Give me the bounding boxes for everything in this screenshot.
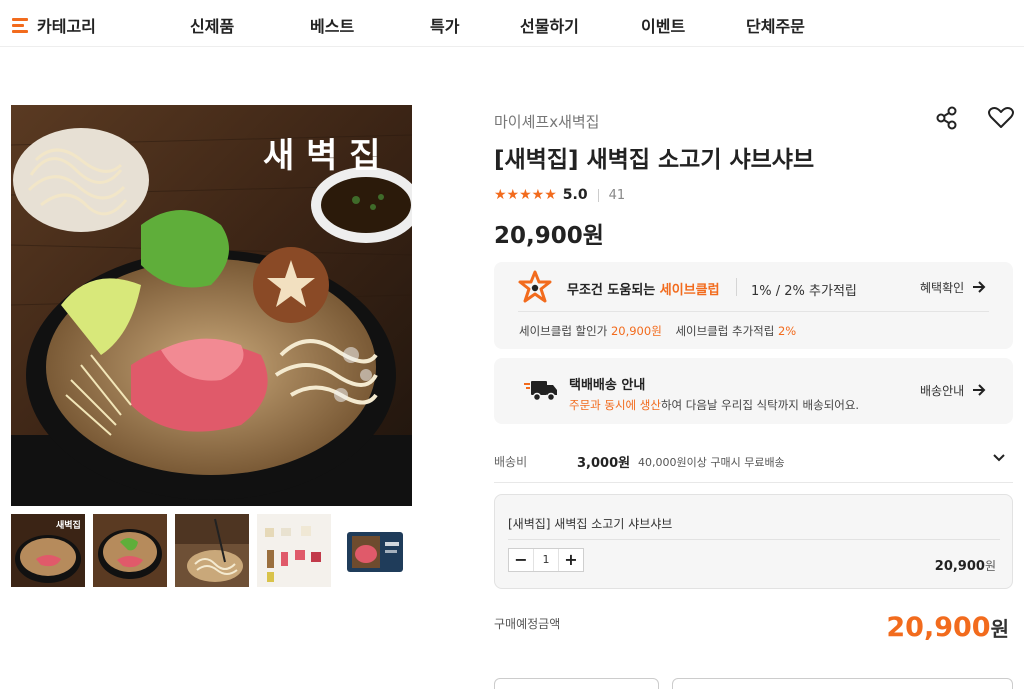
arrow-right-icon: [973, 281, 986, 293]
save-club-details: 세이브클럽 할인가 20,900원 세이브클럽 추가적립 2%: [519, 323, 796, 339]
review-count: 41: [608, 187, 626, 203]
quantity-input[interactable]: 1: [533, 549, 559, 571]
product-main-image: 새 벽 집: [11, 105, 412, 506]
delivery-title: 택배배송 안내: [569, 378, 646, 393]
quantity-decrease-button[interactable]: −: [509, 549, 533, 571]
category-menu-button[interactable]: 카테고리: [12, 13, 96, 37]
category-label: 카테고리: [37, 17, 96, 36]
rating-stars: ★★★★★: [494, 187, 557, 203]
share-icon: [936, 106, 957, 130]
rating-score: 5.0: [562, 187, 588, 203]
delivery-guide-button[interactable]: 배송안내: [920, 382, 986, 399]
nav-best[interactable]: 베스트: [310, 13, 354, 37]
total-price-unit: 원: [990, 617, 1009, 641]
svg-text:새벽집: 새벽집: [56, 519, 81, 531]
option-price: 20,900원: [935, 557, 996, 574]
save-club-discount-label: 세이브클럽 할인가: [519, 324, 611, 338]
save-club-star-icon: [518, 270, 552, 303]
delivery-highlight: 주문과 동시에 생산: [569, 398, 661, 412]
shipping-fee-label: 배송비: [494, 455, 528, 469]
nav-gift[interactable]: 선물하기: [520, 13, 579, 37]
truck-icon: [524, 381, 557, 402]
save-club-extra-rate: 2%: [777, 324, 797, 338]
delivery-info-panel: 택배배송 안내 주문과 동시에 생산하여 다음날 우리집 식탁까지 배송되어요.…: [494, 358, 1013, 424]
total-price-amount: 20,900: [886, 612, 991, 643]
product-title: [새벽집] 새벽집 소고기 샤브샤브: [494, 147, 815, 173]
share-button[interactable]: [933, 104, 961, 132]
total-label: 구매예정금액: [494, 617, 561, 631]
thumbnail-4[interactable]: [257, 514, 331, 587]
save-club-rate: 1% / 2% 추가적립: [751, 284, 857, 299]
wishlist-button[interactable]: [986, 104, 1016, 132]
thumbnail-1[interactable]: 새벽집: [11, 514, 85, 587]
arrow-right-icon: [973, 384, 986, 396]
menu-icon: [12, 18, 28, 33]
quantity-stepper: − 1 +: [508, 548, 584, 572]
top-navigation: 카테고리 신제품 베스트 특가 선물하기 이벤트 단체주문: [0, 0, 1024, 47]
nav-group-order[interactable]: 단체주문: [746, 13, 805, 37]
shipping-fee-value: 3,000원: [577, 456, 631, 471]
thumbnail-5[interactable]: [339, 514, 413, 587]
total-price: 20,900원: [886, 612, 1009, 643]
rating-divider: [597, 188, 599, 202]
quantity-increase-button[interactable]: +: [559, 549, 583, 571]
image-brand-text: 새 벽 집: [263, 136, 381, 176]
delivery-description: 주문과 동시에 생산하여 다음날 우리집 식탁까지 배송되어요.: [569, 397, 859, 413]
option-name: [새벽집] 새벽집 소고기 샤브샤브: [508, 517, 673, 531]
heart-icon: [988, 107, 1014, 128]
thumbnail-2[interactable]: [93, 514, 167, 587]
delivery-desc-text: 하여 다음날 우리집 식탁까지 배송되어요.: [660, 398, 860, 412]
benefit-check-label: 혜택확인: [920, 281, 965, 295]
save-club-extra-label: 세이브클럽 추가적립: [675, 324, 778, 338]
product-brand[interactable]: 마이셰프x새벽집: [494, 111, 599, 132]
save-club-name: 세이브클럽: [659, 283, 720, 298]
delivery-guide-label: 배송안내: [920, 384, 965, 398]
nav-event[interactable]: 이벤트: [641, 13, 685, 37]
save-club-title-prefix: 무조건 도움되는: [567, 283, 660, 298]
benefit-check-button[interactable]: 혜택확인: [920, 279, 986, 296]
selected-option-panel: [새벽집] 새벽집 소고기 샤브샤브 − 1 + 20,900원: [494, 494, 1013, 589]
thumbnail-3[interactable]: [175, 514, 249, 587]
free-shipping-note: 40,000원이상 구매시 무료배송: [638, 456, 785, 469]
save-club-discount-price: 20,900원: [610, 324, 662, 338]
divider: [508, 539, 1000, 540]
nav-new-products[interactable]: 신제품: [190, 13, 234, 37]
option-price-amount: 20,900: [934, 559, 985, 574]
nav-special-price[interactable]: 특가: [430, 13, 459, 37]
cart-button[interactable]: [494, 678, 659, 689]
divider: [736, 278, 737, 296]
divider: [518, 311, 989, 312]
save-club-panel: 무조건 도움되는 세이브클럽 1% / 2% 추가적립 혜택확인 세이브클럽 할…: [494, 262, 1013, 349]
save-club-title: 무조건 도움되는 세이브클럽: [567, 279, 720, 298]
option-price-unit: 원: [984, 559, 996, 573]
product-price: 20,900원: [494, 223, 604, 249]
shipping-fee-row: 배송비 3,000원 40,000원이상 구매시 무료배송: [494, 440, 1013, 483]
chevron-down-icon[interactable]: [991, 450, 1007, 466]
buy-button[interactable]: [672, 678, 1013, 689]
product-rating[interactable]: ★★★★★ 5.0 41: [494, 186, 625, 204]
